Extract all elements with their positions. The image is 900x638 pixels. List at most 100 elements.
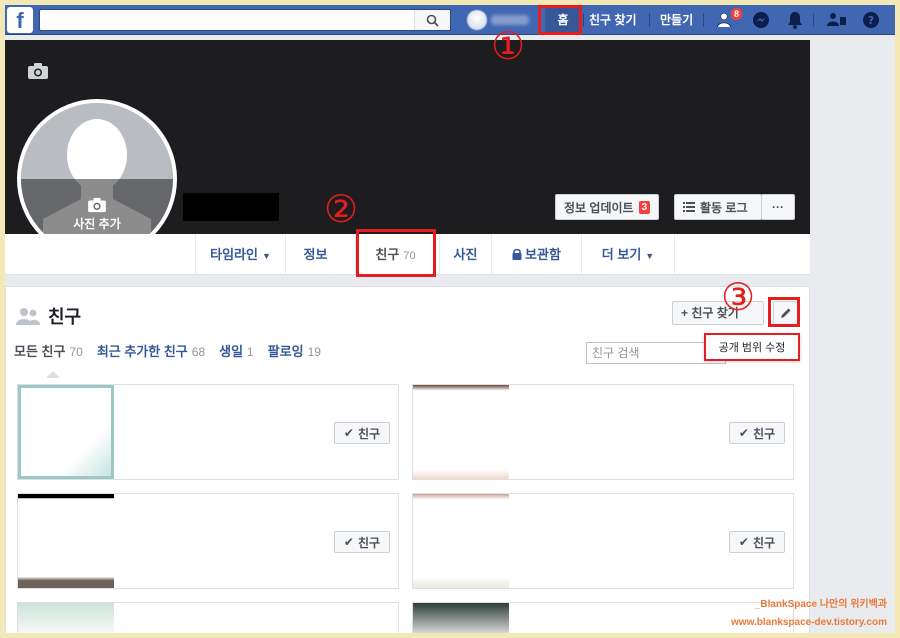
annotation-box-friends-tab bbox=[356, 229, 436, 277]
add-photo-label: 사진 추가 bbox=[73, 217, 121, 231]
tab-timeline-label: 타임라인 bbox=[210, 247, 258, 262]
activity-log-label: 활동 로그 bbox=[700, 200, 748, 215]
annotation-number-3: ③ bbox=[721, 275, 756, 319]
list-icon bbox=[683, 202, 695, 212]
friend-card[interactable]: ✔ 친구 bbox=[412, 384, 794, 480]
search-input[interactable] bbox=[39, 9, 451, 31]
annotation-number-1: ① bbox=[491, 24, 526, 68]
browser-frame: f 홈 친구 찾기 만들기 8 ? 정보 업데이트 3 활동 로그 ··· 사진… bbox=[5, 5, 895, 633]
friends-icon bbox=[16, 308, 40, 325]
tab-about-label: 정보 bbox=[303, 247, 328, 262]
friend-photo[interactable] bbox=[413, 494, 509, 588]
friend-status-button[interactable]: ✔ 친구 bbox=[729, 422, 785, 444]
subtab-count: 19 bbox=[307, 345, 321, 359]
check-icon: ✔ bbox=[738, 426, 749, 440]
facebook-logo-icon[interactable]: f bbox=[7, 7, 33, 33]
privacy-tooltip: 공개 범위 수정 bbox=[704, 333, 800, 361]
update-info-button[interactable]: 정보 업데이트 3 bbox=[555, 194, 660, 220]
subtab-following[interactable]: 팔로잉 19 bbox=[268, 341, 321, 360]
subtab-count: 1 bbox=[247, 345, 254, 359]
tab-archive-label: 보관함 bbox=[525, 247, 561, 262]
nav-divider bbox=[703, 13, 704, 27]
quick-help-button[interactable] bbox=[827, 10, 847, 30]
friend-card[interactable]: ✔ 친구 bbox=[17, 493, 399, 589]
nav-divider bbox=[583, 13, 584, 27]
right-gutter bbox=[810, 35, 895, 633]
search-button[interactable] bbox=[414, 10, 450, 30]
subtab-count: 68 bbox=[191, 345, 206, 359]
tab-photos-label: 사진 bbox=[453, 247, 478, 262]
help-button[interactable]: ? bbox=[861, 10, 881, 30]
nav-divider bbox=[813, 13, 814, 27]
top-navigation-bar: f 홈 친구 찾기 만들기 8 ? bbox=[5, 5, 895, 35]
friend-status-button[interactable]: ✔ 친구 bbox=[334, 531, 390, 553]
messenger-icon bbox=[753, 12, 769, 28]
annotation-number-2: ② bbox=[324, 187, 359, 231]
friend-requests-badge: 8 bbox=[729, 7, 743, 21]
annotation-box-pencil bbox=[768, 297, 800, 327]
nav-divider bbox=[649, 13, 650, 27]
caret-down-icon: ▼ bbox=[645, 251, 655, 261]
friend-status-button[interactable]: ✔ 친구 bbox=[334, 422, 390, 444]
search-icon bbox=[426, 14, 439, 27]
check-icon: ✔ bbox=[343, 426, 354, 440]
friends-header: 친구 bbox=[16, 303, 81, 329]
friend-photo[interactable] bbox=[18, 385, 114, 479]
activity-log-button[interactable]: 활동 로그 bbox=[674, 194, 762, 220]
friend-requests-button[interactable]: 8 bbox=[717, 7, 743, 30]
cover-camera-button[interactable] bbox=[27, 62, 49, 83]
friend-photo[interactable] bbox=[18, 494, 114, 588]
subtab-count: 70 bbox=[69, 345, 83, 359]
tab-photos[interactable]: 사진 bbox=[439, 234, 491, 275]
messenger-button[interactable] bbox=[751, 10, 771, 30]
subtab-label: 최근 추가한 친구 bbox=[96, 344, 188, 359]
friend-photo[interactable] bbox=[18, 603, 114, 633]
caret-down-icon: ▼ bbox=[261, 251, 271, 261]
avatar bbox=[467, 10, 487, 30]
subtab-label: 생일 bbox=[219, 344, 244, 359]
quick-help-icon bbox=[827, 13, 846, 26]
tab-timeline[interactable]: 타임라인 ▼ bbox=[195, 234, 285, 275]
tab-more-label: 더 보기 bbox=[601, 247, 642, 262]
friends-panel: 친구 + 친구 찾기 모든 친구 70 최근 추가한 친구 68 생일 1 팔로잉 19… bbox=[5, 286, 810, 633]
friend-card[interactable]: ✔ 친구 bbox=[17, 384, 399, 480]
friend-card[interactable] bbox=[17, 602, 399, 633]
bell-icon bbox=[788, 12, 802, 29]
subtab-recently-added[interactable]: 최근 추가한 친구 68 bbox=[97, 341, 205, 360]
tab-more[interactable]: 더 보기 ▼ bbox=[581, 234, 675, 275]
friend-photo[interactable] bbox=[413, 385, 509, 479]
friend-status-button[interactable]: ✔ 친구 bbox=[729, 531, 785, 553]
friends-title: 친구 bbox=[48, 307, 82, 327]
create-link[interactable]: 만들기 bbox=[660, 5, 693, 35]
svg-text:?: ? bbox=[868, 14, 874, 27]
camera-icon bbox=[88, 197, 106, 213]
friend-photo[interactable] bbox=[413, 603, 509, 633]
tab-about[interactable]: 정보 bbox=[285, 234, 345, 275]
friend-card[interactable]: ✔ 친구 bbox=[412, 493, 794, 589]
check-icon: ✔ bbox=[343, 535, 354, 549]
subtab-birthdays[interactable]: 생일 1 bbox=[219, 341, 254, 360]
friend-button-label: 친구 bbox=[357, 426, 381, 441]
notifications-button[interactable] bbox=[785, 10, 805, 30]
friends-subtabs: 모든 친구 70 최근 추가한 친구 68 생일 1 팔로잉 19 bbox=[14, 341, 321, 360]
active-subtab-indicator bbox=[46, 371, 60, 378]
camera-icon bbox=[28, 63, 48, 79]
check-icon: ✔ bbox=[738, 535, 749, 549]
update-info-badge: 3 bbox=[638, 200, 651, 214]
subtab-all-friends[interactable]: 모든 친구 70 bbox=[14, 341, 83, 360]
tab-archive[interactable]: 보관함 bbox=[491, 234, 581, 275]
watermark-url: www.blankspace-dev.tistory.com bbox=[731, 617, 887, 628]
watermark-title: _BlankSpace 나만의 위키백과 bbox=[754, 599, 887, 610]
subtab-label: 팔로잉 bbox=[267, 344, 304, 359]
redacted-profile-name bbox=[183, 193, 279, 221]
find-friends-link[interactable]: 친구 찾기 bbox=[589, 5, 637, 35]
more-options-button[interactable]: ··· bbox=[761, 194, 795, 220]
question-icon: ? bbox=[863, 12, 879, 28]
friend-button-label: 친구 bbox=[752, 535, 776, 550]
lock-icon bbox=[512, 248, 522, 260]
update-info-label: 정보 업데이트 bbox=[564, 200, 634, 215]
friend-button-label: 친구 bbox=[357, 535, 381, 550]
friend-button-label: 친구 bbox=[752, 426, 776, 441]
subtab-label: 모든 친구 bbox=[14, 344, 66, 359]
annotation-box-home bbox=[538, 5, 582, 35]
